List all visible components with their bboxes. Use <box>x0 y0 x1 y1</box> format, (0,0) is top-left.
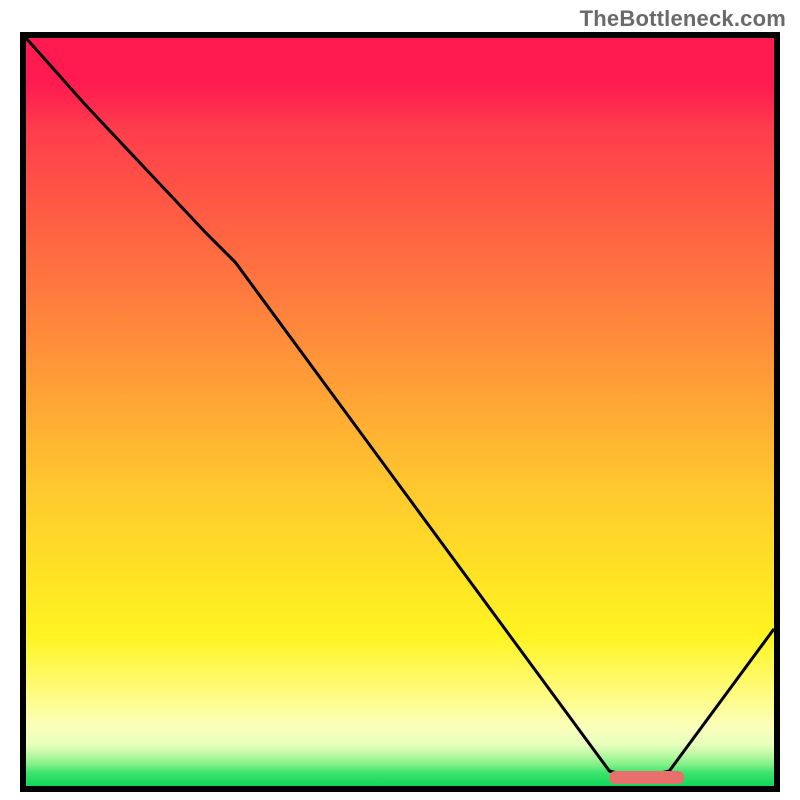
curve-layer <box>26 38 774 786</box>
bottleneck-curve <box>26 38 774 779</box>
plot-area <box>26 38 774 786</box>
watermark-text: TheBottleneck.com <box>580 6 786 32</box>
optimal-range-marker <box>609 771 684 784</box>
chart-frame <box>20 32 780 792</box>
